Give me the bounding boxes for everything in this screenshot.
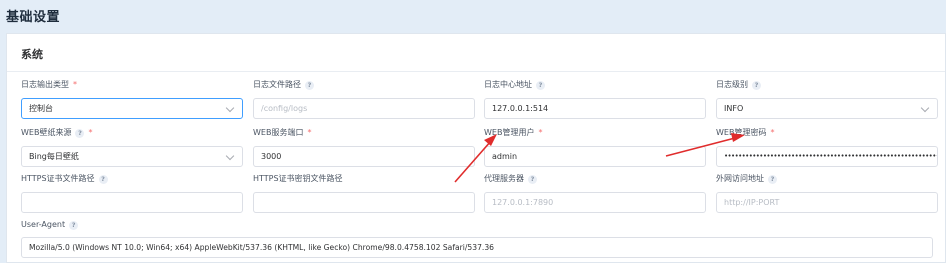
log-output-type-select[interactable]: 控制台: [21, 98, 243, 119]
chevron-down-icon: [225, 151, 235, 161]
required-mark: *: [73, 80, 77, 89]
web-wallpaper-source-label: WEB壁纸来源: [21, 128, 72, 137]
web-admin-user-label: WEB管理用户: [484, 128, 535, 137]
required-mark: *: [307, 128, 312, 137]
https-cert-path-input[interactable]: [21, 192, 243, 213]
web-service-port-label: WEB服务端口: [253, 128, 304, 137]
proxy-server-label: 代理服务器: [484, 174, 524, 183]
log-file-path-input[interactable]: /config/logs: [253, 98, 475, 119]
log-center-address-input[interactable]: 127.0.0.1:514: [484, 98, 706, 119]
log-level-select[interactable]: INFO: [716, 98, 938, 119]
web-admin-password-input[interactable]: ••••••••••••••••••••••••••••••••••••••••…: [716, 146, 938, 167]
section-divider: [7, 71, 945, 72]
https-cert-path-label: HTTPS证书文件路径: [21, 174, 95, 183]
required-mark: *: [770, 128, 775, 137]
help-icon[interactable]: ?: [536, 80, 545, 90]
log-output-type-label: 日志输出类型: [21, 80, 69, 89]
web-service-port-input[interactable]: 3000: [253, 146, 475, 167]
chevron-down-icon: [225, 103, 235, 113]
help-icon[interactable]: ?: [768, 174, 777, 184]
web-wallpaper-source-select[interactable]: Bing每日壁纸: [21, 146, 243, 167]
log-center-address-label: 日志中心地址: [484, 80, 532, 89]
section-title: 系统: [21, 48, 43, 61]
proxy-server-input[interactable]: 127.0.0.1:7890: [484, 192, 706, 213]
user-agent-input[interactable]: Mozilla/5.0 (Windows NT 10.0; Win64; x64…: [21, 237, 933, 258]
help-icon[interactable]: ?: [752, 80, 761, 90]
page-title: 基础设置: [6, 10, 61, 25]
external-address-input[interactable]: http://IP:PORT: [716, 192, 938, 213]
user-agent-label: User-Agent: [21, 220, 66, 229]
web-admin-user-input[interactable]: admin: [484, 146, 706, 167]
required-mark: *: [538, 128, 543, 137]
required-mark: *: [88, 128, 93, 137]
help-icon[interactable]: ?: [98, 174, 108, 184]
web-admin-password-label: WEB管理密码: [716, 128, 767, 137]
https-key-path-label: HTTPS证书密钥文件路径: [253, 174, 343, 183]
log-level-label: 日志级别: [716, 80, 748, 89]
settings-card: 系统 日志输出类型 * 控制台 日志文件路径 ? /config/logs 日志…: [6, 33, 946, 263]
help-icon[interactable]: ?: [69, 220, 79, 230]
external-address-label: 外网访问地址: [716, 174, 764, 183]
chevron-down-icon: [920, 103, 930, 113]
help-icon[interactable]: ?: [528, 174, 537, 184]
help-icon[interactable]: ?: [305, 80, 314, 90]
help-icon[interactable]: ?: [75, 128, 85, 138]
https-key-path-input[interactable]: [253, 192, 475, 213]
log-file-path-label: 日志文件路径: [253, 80, 301, 89]
